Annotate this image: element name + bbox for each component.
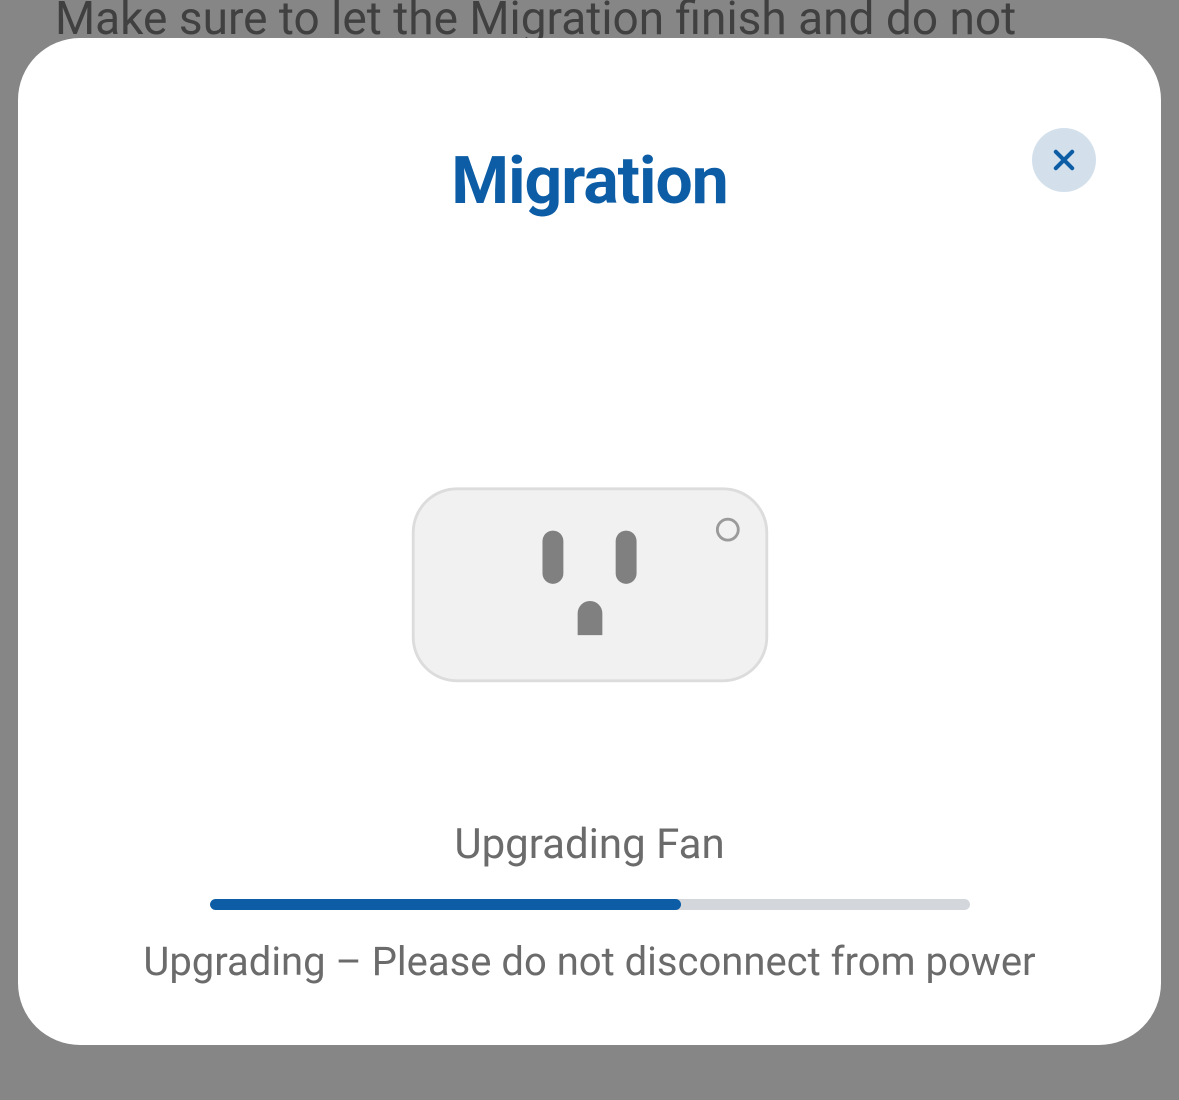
progress-fill xyxy=(210,899,681,910)
smart-plug-icon xyxy=(400,485,780,685)
close-icon xyxy=(1050,146,1078,174)
progress-bar xyxy=(210,899,970,910)
warning-text: Upgrading – Please do not disconnect fro… xyxy=(143,938,1035,985)
close-button[interactable] xyxy=(1032,128,1096,192)
migration-modal: Migration Upgrading Fan Upgrading – Plea… xyxy=(18,38,1161,1045)
modal-title: Migration xyxy=(451,143,727,220)
upgrade-status-text: Upgrading Fan xyxy=(454,820,724,869)
